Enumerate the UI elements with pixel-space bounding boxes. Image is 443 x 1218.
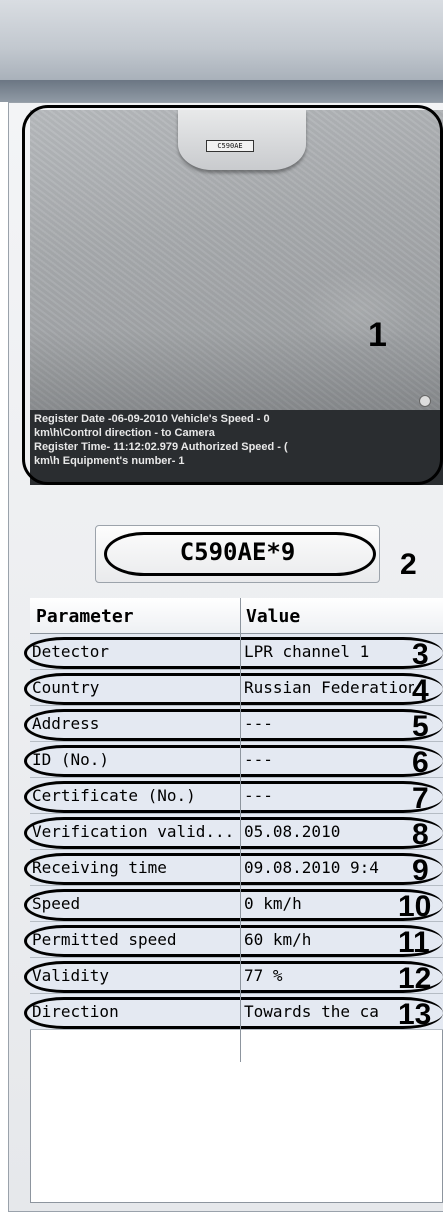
- column-divider: [240, 598, 241, 1062]
- callout-number-9: 9: [412, 854, 429, 887]
- callout-plate: [104, 532, 376, 576]
- callout-row-7: [24, 781, 443, 813]
- column-header-value[interactable]: Value: [246, 606, 300, 627]
- callout-row-11: [24, 925, 443, 957]
- callout-number-13: 13: [398, 998, 432, 1031]
- callout-number-11: 11: [398, 926, 430, 959]
- callout-row-5: [24, 709, 443, 741]
- callout-number-7: 7: [412, 782, 429, 815]
- callout-row-6: [24, 745, 443, 777]
- callout-number-12: 12: [398, 962, 432, 995]
- callout-number-6: 6: [412, 746, 429, 779]
- toolbar-band: [0, 80, 443, 102]
- callout-number-3: 3: [412, 638, 429, 671]
- callout-number-8: 8: [412, 818, 429, 851]
- callout-number-1: 1: [368, 316, 387, 354]
- callout-row-12: [24, 961, 443, 993]
- callout-photo: [22, 105, 443, 485]
- window-title-bar: [0, 0, 443, 80]
- callout-number-5: 5: [412, 710, 429, 743]
- callout-number-4: 4: [412, 674, 429, 707]
- callout-row-10: [24, 889, 443, 921]
- callout-number-10: 10: [398, 890, 432, 923]
- callout-row-3: [24, 637, 443, 669]
- callout-row-4: [24, 673, 443, 705]
- callout-number-2: 2: [400, 548, 417, 581]
- callout-row-9: [24, 853, 443, 885]
- column-header-parameter[interactable]: Parameter: [36, 606, 134, 627]
- callout-row-13: [24, 997, 443, 1029]
- callout-row-8: [24, 817, 443, 849]
